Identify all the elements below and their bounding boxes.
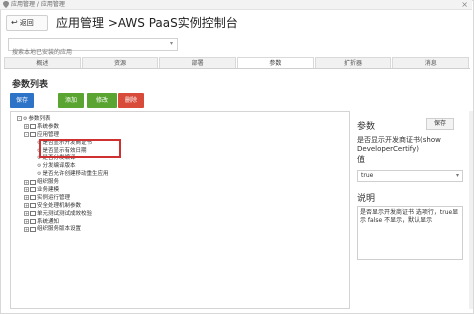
tree-node[interactable]: + 组织服务版本设置 — [17, 225, 109, 233]
tree-node-label: 是否允许创建移动重生应用 — [42, 171, 109, 178]
tree-node[interactable]: - 应用管理 — [17, 131, 109, 139]
scrollbar[interactable] — [469, 111, 473, 309]
parameter-icon: ⚙ — [37, 171, 42, 178]
tab-overview[interactable]: 概述 — [4, 57, 81, 68]
tab-messages[interactable]: 消息 — [392, 57, 470, 68]
folder-icon — [30, 195, 36, 201]
tree-node[interactable]: + 单元测试测试成效校验 — [17, 210, 109, 218]
expand-icon[interactable]: + — [24, 195, 29, 201]
folder-icon — [30, 179, 36, 185]
add-button[interactable]: 添加 — [58, 93, 84, 108]
detail-save-button[interactable]: 保存 — [426, 118, 454, 130]
folder-icon — [30, 219, 36, 225]
expand-icon[interactable]: + — [24, 203, 29, 209]
back-button[interactable]: ↩ 返回 — [6, 15, 48, 31]
expand-icon[interactable]: + — [24, 179, 29, 185]
tree-node[interactable]: + 系统通知 — [17, 218, 109, 226]
app-search[interactable]: ▾ — [8, 38, 178, 58]
page-title: 应用管理 >AWS PaaS实例控制台 — [56, 16, 238, 30]
description-textarea[interactable]: 是否显示开发商证书 选项行，true显示 false 不显示，默认显示 — [357, 206, 463, 260]
tree-node[interactable]: - ⚙ 参数列表 — [17, 115, 109, 123]
folder-icon — [30, 226, 36, 232]
folder-icon — [30, 187, 36, 193]
tree-node-label: 实例运行管理 — [37, 194, 71, 201]
tab-parameters[interactable]: 参数 — [237, 57, 314, 68]
tab-deploy[interactable]: 部署 — [159, 57, 237, 68]
description-label: 说明 — [357, 194, 376, 204]
tree-node-label: 组织服务版本设置 — [37, 226, 82, 233]
collapse-icon[interactable]: - — [24, 132, 29, 138]
tree-node[interactable]: ⚙ 是否允许创建移动重生应用 — [17, 170, 109, 178]
param-label: 参数 — [357, 122, 376, 132]
tree-node-label: 系统参数 — [37, 123, 60, 130]
tree-node-label: 分发编译版本 — [42, 163, 76, 170]
chevron-down-icon[interactable]: ▾ — [456, 171, 459, 181]
edit-button[interactable]: 修改 — [87, 93, 117, 108]
folder-icon — [30, 124, 36, 130]
tree-node-label: 应用管理 — [37, 131, 60, 138]
tree-node-label: 单元测试测试成效校验 — [37, 210, 93, 217]
tree-node-label: 安全处理机制参数 — [37, 202, 82, 209]
folder-icon — [30, 203, 36, 209]
chevron-down-icon[interactable]: ▾ — [170, 40, 173, 47]
title-bar: 应用管理 / 应用管理 × — [0, 0, 472, 10]
tab-bar: 概述 资源 部署 参数 扩折器 消息 — [4, 57, 470, 69]
tab-resources[interactable]: 资源 — [81, 57, 159, 68]
tree-node-label: 业务建模 — [37, 186, 60, 193]
parameter-tree: - ⚙ 参数列表 + 系统参数 - 应用管理 ⚙ 是否显示开发商证书 ⚙ 是否显示有效日期 ⚙ 是否分发… — [17, 115, 109, 233]
highlight-box — [39, 139, 121, 158]
tree-node[interactable]: ⚙ 分发编译版本 — [17, 162, 109, 170]
delete-button[interactable]: 删除 — [118, 93, 144, 108]
tab-extensions[interactable]: 扩折器 — [314, 57, 392, 68]
expand-icon[interactable]: + — [24, 226, 29, 232]
expand-icon[interactable]: + — [24, 211, 29, 217]
tree-node[interactable]: + 实例运行管理 — [17, 194, 109, 202]
expand-icon[interactable]: + — [24, 187, 29, 193]
value-selected: true — [361, 172, 374, 179]
tree-node[interactable]: + 组织服务 — [17, 178, 109, 186]
tree-node[interactable]: + 安全处理机制参数 — [17, 202, 109, 210]
section-title: 参数列表 — [12, 80, 49, 90]
save-button[interactable]: 保存 — [10, 93, 34, 108]
toolbar: 保存 添加 修改 删除 — [10, 93, 144, 109]
expand-icon[interactable]: + — [24, 219, 29, 225]
tree-node[interactable]: + 系统参数 — [17, 123, 109, 131]
tree-node-label: 参数列表 — [28, 115, 51, 122]
back-arrow-icon: ↩ — [11, 18, 18, 27]
close-icon[interactable]: × — [461, 0, 468, 10]
back-label: 返回 — [19, 19, 34, 27]
param-description: 是否显示开发商证书(show DeveloperCertify) — [357, 136, 441, 153]
folder-icon — [30, 211, 36, 217]
gear-icon: ⚙ — [23, 115, 28, 122]
parameter-tree-panel: - ⚙ 参数列表 + 系统参数 - 应用管理 ⚙ 是否显示开发商证书 ⚙ 是否显示有效日期 ⚙ 是否分发… — [10, 111, 350, 309]
tree-node-label: 系统通知 — [37, 218, 60, 225]
value-select[interactable]: true ▾ — [357, 170, 463, 182]
titlebar-path: 应用管理 / 应用管理 — [11, 1, 65, 8]
location-pin-icon — [3, 1, 9, 8]
value-label: 值 — [357, 155, 365, 164]
parameter-icon: ⚙ — [37, 163, 42, 170]
parameter-detail-panel: 参数 保存 是否显示开发商证书(show DeveloperCertify) 值… — [352, 111, 468, 309]
tree-node-label: 组织服务 — [37, 179, 60, 186]
expand-icon[interactable]: + — [24, 124, 29, 130]
collapse-icon[interactable]: - — [17, 116, 22, 122]
folder-icon — [30, 132, 36, 138]
tree-node[interactable]: + 业务建模 — [17, 186, 109, 194]
